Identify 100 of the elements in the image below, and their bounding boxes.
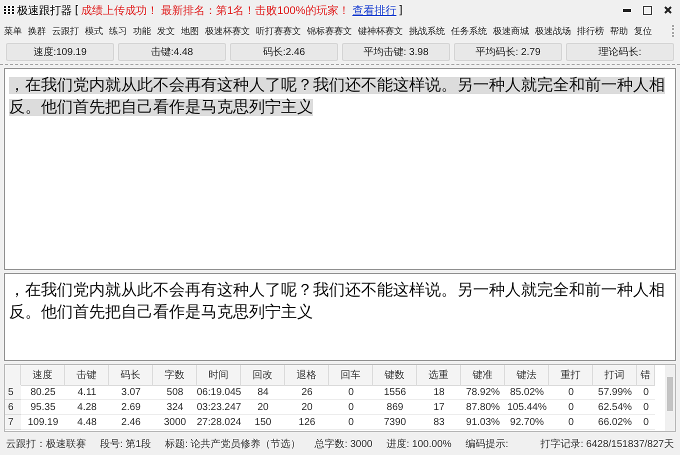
table-cell: 0 bbox=[329, 400, 373, 415]
toolbar-grip bbox=[672, 25, 676, 37]
table-cell: 324 bbox=[153, 400, 197, 415]
table-cell: 150 bbox=[241, 415, 285, 430]
menu-item[interactable]: 练习 bbox=[109, 24, 127, 38]
status-text: 进度: 100.00% bbox=[386, 438, 452, 450]
table-cell: 27:28.024 bbox=[197, 415, 241, 430]
stat-button[interactable]: 击键:4.48 bbox=[118, 43, 226, 61]
table-cell: 7390 bbox=[373, 415, 417, 430]
table-cell: 109.19 bbox=[21, 415, 65, 430]
table-cell: 20 bbox=[241, 400, 285, 415]
table-cell: 0 bbox=[549, 415, 593, 430]
table-cell: 4.11 bbox=[65, 385, 109, 400]
status-text: 云跟打：极速联赛 bbox=[6, 438, 86, 450]
stat-button[interactable]: 平均码长: 2.79 bbox=[454, 43, 562, 61]
table-cell: 87.80% bbox=[461, 400, 505, 415]
row-number: 5 bbox=[5, 385, 21, 400]
table-cell: 0 bbox=[549, 385, 593, 400]
row-number: 6 bbox=[5, 400, 21, 415]
table-cell: 62.54% bbox=[593, 400, 637, 415]
menu-item[interactable]: 地图 bbox=[181, 24, 199, 38]
column-header: 选重 bbox=[417, 365, 461, 386]
table-cell: 92.70% bbox=[505, 415, 549, 430]
menu-item[interactable]: 复位 bbox=[634, 24, 652, 38]
column-header: 错 bbox=[637, 365, 655, 386]
column-header: 键法 bbox=[505, 365, 549, 386]
menu-item[interactable]: 模式 bbox=[85, 24, 103, 38]
close-icon[interactable] bbox=[664, 6, 672, 14]
table-cell: 06:19.045 bbox=[197, 385, 241, 400]
table-cell: 84 bbox=[241, 385, 285, 400]
window-title: 极速跟打器 bbox=[17, 4, 72, 18]
table-cell: 0 bbox=[637, 415, 655, 430]
table-cell: 869 bbox=[373, 400, 417, 415]
table-cell: 0 bbox=[549, 400, 593, 415]
bracket: ] bbox=[399, 4, 402, 16]
column-header: 字数 bbox=[153, 365, 197, 386]
table-cell: 95.35 bbox=[21, 400, 65, 415]
menu-item[interactable]: 极速商城 bbox=[493, 24, 529, 38]
menu-item[interactable]: 任务系统 bbox=[451, 24, 487, 38]
column-header: 回车 bbox=[329, 365, 373, 386]
bracket: [ bbox=[75, 4, 78, 16]
minimize-icon[interactable] bbox=[623, 8, 631, 12]
status-text: 编码提示: bbox=[466, 438, 508, 450]
menu-item[interactable]: 帮助 bbox=[610, 24, 628, 38]
table-cell: 2.69 bbox=[109, 400, 153, 415]
column-header: 时间 bbox=[197, 365, 241, 386]
status-text: 段号: 第1段 bbox=[100, 438, 152, 450]
menu-item[interactable]: 锦标赛赛文 bbox=[307, 24, 352, 38]
table-cell: 26 bbox=[285, 385, 329, 400]
typed-text: ，在我们党内就从此不会再有这种人了呢？我们还不能这样说。另一种人就完全和前一种人相反。他们首先把自己看作是马克思列宁主义 bbox=[9, 280, 666, 323]
table-cell: 83 bbox=[417, 415, 461, 430]
table-cell: 126 bbox=[285, 415, 329, 430]
column-header: 打词 bbox=[593, 365, 637, 386]
table-cell: 91.03% bbox=[461, 415, 505, 430]
column-header: 码长 bbox=[109, 365, 153, 386]
menu-item[interactable]: 云跟打 bbox=[52, 24, 79, 38]
stat-button[interactable]: 速度:109.19 bbox=[6, 43, 114, 61]
scroll-bar[interactable] bbox=[665, 365, 675, 431]
menu-item[interactable]: 极速杯赛文 bbox=[205, 24, 250, 38]
stat-button[interactable]: 码长:2.46 bbox=[230, 43, 338, 61]
column-header: 退格 bbox=[285, 365, 329, 386]
table-cell: 0 bbox=[329, 415, 373, 430]
table-cell: 0 bbox=[637, 400, 655, 415]
table-cell: 1556 bbox=[373, 385, 417, 400]
table-cell: 3000 bbox=[153, 415, 197, 430]
row-number: 7 bbox=[5, 415, 21, 430]
table-cell: 105.44% bbox=[505, 400, 549, 415]
status-text: 总字数: 3000 bbox=[314, 438, 372, 450]
source-text: ，在我们党内就从此不会再有这种人了呢？我们还不能这样说。另一种人就完全和前一种人相反。他们首先把自己看作是马克思列宁主义 bbox=[9, 76, 666, 118]
ranking-link[interactable]: 查看排行 bbox=[352, 2, 396, 18]
table-cell: 18 bbox=[417, 385, 461, 400]
menu-item[interactable]: 功能 bbox=[133, 24, 151, 38]
status-text: 打字记录: 6428/151837/827天 bbox=[540, 438, 674, 450]
menu-item[interactable]: 换群 bbox=[28, 24, 46, 38]
table-cell: 0 bbox=[637, 385, 655, 400]
table-cell: 78.92% bbox=[461, 385, 505, 400]
table-cell: 17 bbox=[417, 400, 461, 415]
menu-item[interactable]: 发文 bbox=[157, 24, 175, 38]
table-cell: 3.07 bbox=[109, 385, 153, 400]
table-cell: 508 bbox=[153, 385, 197, 400]
table-cell: 2.46 bbox=[109, 415, 153, 430]
table-cell: 80.25 bbox=[21, 385, 65, 400]
menu-item[interactable]: 菜单 bbox=[4, 24, 22, 38]
column-header: 键准 bbox=[461, 365, 505, 386]
menu-item[interactable]: 键神杯赛文 bbox=[358, 24, 403, 38]
menu-item[interactable]: 挑战系统 bbox=[409, 24, 445, 38]
menu-item[interactable]: 极速战场 bbox=[535, 24, 571, 38]
table-cell: 4.28 bbox=[65, 400, 109, 415]
stat-button[interactable]: 平均击键: 3.98 bbox=[342, 43, 450, 61]
upload-message: 成绩上传成功！ 最新排名：第1名！击败100%的玩家！ bbox=[81, 4, 350, 18]
typing-panel[interactable]: ，在我们党内就从此不会再有这种人了呢？我们还不能这样说。另一种人就完全和前一种人相反。他们首先把自己看作是马克思列宁主义 bbox=[4, 273, 676, 361]
stat-button[interactable]: 理论码长: bbox=[566, 43, 674, 61]
table-cell: 85.02% bbox=[505, 385, 549, 400]
column-header: 速度 bbox=[21, 365, 65, 386]
menu-item[interactable]: 排行榜 bbox=[577, 24, 604, 38]
maximize-icon[interactable] bbox=[643, 6, 652, 14]
menu-item[interactable]: 听打赛赛文 bbox=[256, 24, 301, 38]
table-cell: 57.99% bbox=[593, 385, 637, 400]
table-cell: 20 bbox=[285, 400, 329, 415]
table-cell: 4.48 bbox=[65, 415, 109, 430]
